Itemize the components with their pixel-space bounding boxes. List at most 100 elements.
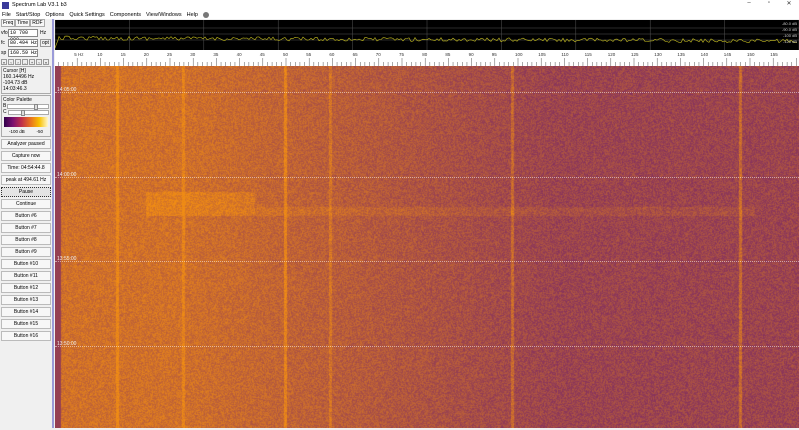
button-button-6[interactable]: Button #6: [1, 211, 51, 221]
menu-quick-settings[interactable]: Quick Settings: [69, 12, 104, 18]
window-title: Spectrum Lab V3.1 b3: [12, 2, 67, 8]
button-button-10[interactable]: Button #10: [1, 259, 51, 269]
axis-label: 100: [515, 52, 523, 57]
spectrum-trace: [54, 35, 798, 49]
analyzer-status-button[interactable]: Analyzer paused: [1, 139, 51, 149]
menu-bar: File Start/Stop Options Quick Settings C…: [0, 10, 799, 19]
palette-gradient: [4, 117, 48, 127]
axis-label: 80: [422, 52, 428, 57]
contrast-label: C: [3, 109, 7, 115]
button-button-16[interactable]: Button #16: [1, 331, 51, 341]
waterfall-display[interactable]: 14:05:00 14:00:00 13:55:00 13:50:00: [55, 66, 799, 428]
time-marker-line: [55, 345, 799, 347]
vfo-unit: Hz: [40, 30, 47, 36]
axis-label: 110: [561, 52, 569, 57]
db-label: -120 dB: [782, 39, 797, 44]
title-bar: Spectrum Lab V3.1 b3 – ▫ ✕: [0, 0, 799, 10]
time-label: 14:00:00: [57, 171, 77, 178]
axis-label: 40: [237, 52, 243, 57]
axis-label: 15: [121, 52, 127, 57]
nav-next-button[interactable]: ›: [15, 59, 21, 65]
contrast-slider[interactable]: [7, 109, 49, 116]
axis-label: 30: [190, 52, 196, 57]
nav-prev-button[interactable]: ‹: [8, 59, 14, 65]
nav-back-button[interactable]: ‹: [36, 59, 42, 65]
menu-options[interactable]: Options: [45, 12, 64, 18]
axis-label: 85: [445, 52, 451, 57]
menu-view-windows[interactable]: View/Windows: [146, 12, 182, 18]
time-label: 14:05:00: [57, 87, 77, 93]
fc-input[interactable]: 80.494 Hz: [8, 39, 38, 47]
axis-label: 155: [770, 52, 778, 57]
axis-label: 140: [701, 52, 709, 57]
menu-start-stop[interactable]: Start/Stop: [16, 12, 40, 18]
button-button-14[interactable]: Button #14: [1, 307, 51, 317]
axis-label: 130: [654, 52, 662, 57]
control-panel: Freq Time RDF vfo10 700 000Hz fc80.494 H…: [0, 19, 54, 428]
zoom-in-button[interactable]: +: [29, 59, 35, 65]
nav-last-button[interactable]: »: [43, 59, 49, 65]
minimize-button[interactable]: –: [739, 0, 759, 7]
peak-display-button[interactable]: peak at 494.61 Hz: [1, 175, 51, 185]
tab-rdf[interactable]: RDF: [30, 19, 45, 27]
axis-label: 135: [677, 52, 685, 57]
time-marker-line: [55, 261, 799, 262]
axis-label: 55: [306, 52, 312, 57]
axis-label: 35: [213, 52, 219, 57]
app-icon: [2, 1, 9, 9]
axis-label: 75: [399, 52, 405, 57]
axis-label: 145: [724, 52, 732, 57]
nav-first-button[interactable]: «: [1, 59, 7, 65]
button-button-9[interactable]: Button #9: [1, 247, 51, 257]
axis-label: 25: [167, 52, 173, 57]
cursor-time: 14:03:46.3: [3, 86, 27, 92]
tab-time[interactable]: Time: [15, 19, 31, 27]
axis-label: 45: [260, 52, 266, 57]
zoom-out-button[interactable]: -: [22, 59, 28, 65]
button-button-13[interactable]: Button #13: [1, 295, 51, 305]
vfo-input[interactable]: 10 700 000: [8, 29, 38, 43]
maximize-button[interactable]: ▫: [759, 0, 779, 7]
button-pause[interactable]: Pause: [1, 187, 51, 197]
time-label: 13:55:00: [57, 256, 77, 262]
button-continue[interactable]: Continue: [1, 199, 51, 209]
palette-max: -50: [36, 129, 43, 134]
brightness-slider[interactable]: [7, 103, 49, 110]
axis-label: 125: [631, 52, 639, 57]
time-marker-line: [55, 176, 799, 178]
spectrum-display[interactable]: -80.0 dB -90.0 dB -100 dB -120 dB: [54, 20, 799, 50]
axis-label: 120: [608, 52, 616, 57]
vfo-label: vfo: [1, 30, 8, 36]
color-palette: Color Palette B C -100 dB -50: [1, 95, 51, 137]
capture-now-button[interactable]: Capture now: [1, 151, 51, 161]
palette-min: -100 dB: [9, 129, 25, 134]
time-display-button[interactable]: Time: 04:54:44.8: [1, 163, 51, 173]
axis-label: 50: [283, 52, 289, 57]
menu-file[interactable]: File: [2, 12, 11, 18]
axis-label: 65: [353, 52, 359, 57]
menu-help[interactable]: Help: [187, 12, 198, 18]
button-button-8[interactable]: Button #8: [1, 235, 51, 245]
time-marker-line: [55, 92, 799, 93]
opt-button[interactable]: opt: [40, 39, 51, 47]
axis-label: 90: [469, 52, 475, 57]
span-input[interactable]: 160.59 Hz: [8, 49, 38, 57]
button-button-15[interactable]: Button #15: [1, 319, 51, 329]
axis-label: 70: [376, 52, 382, 57]
axis-label: 105: [538, 52, 546, 57]
close-button[interactable]: ✕: [779, 0, 799, 7]
button-button-11[interactable]: Button #11: [1, 271, 51, 281]
button-button-7[interactable]: Button #7: [1, 223, 51, 233]
cursor-info: Cursor [H] 160.14496 Hz -104.73 dB 14:03…: [1, 66, 51, 94]
axis-label: 150: [747, 52, 755, 57]
tab-freq[interactable]: Freq: [1, 19, 16, 27]
sp-label: sp: [1, 50, 7, 56]
time-label: 13:50:00: [57, 340, 77, 347]
menu-components[interactable]: Components: [110, 12, 141, 18]
axis-label: 10: [97, 52, 103, 57]
record-indicator-icon[interactable]: [202, 11, 209, 18]
button-button-12[interactable]: Button #12: [1, 283, 51, 293]
axis-label: 115: [585, 52, 593, 57]
fc-label: fc: [1, 40, 5, 46]
frequency-axis: 5 Hz 10 15 20 25 30 35 40 45 50 55 60 65 70 75 80 85 90 95…: [55, 50, 799, 66]
